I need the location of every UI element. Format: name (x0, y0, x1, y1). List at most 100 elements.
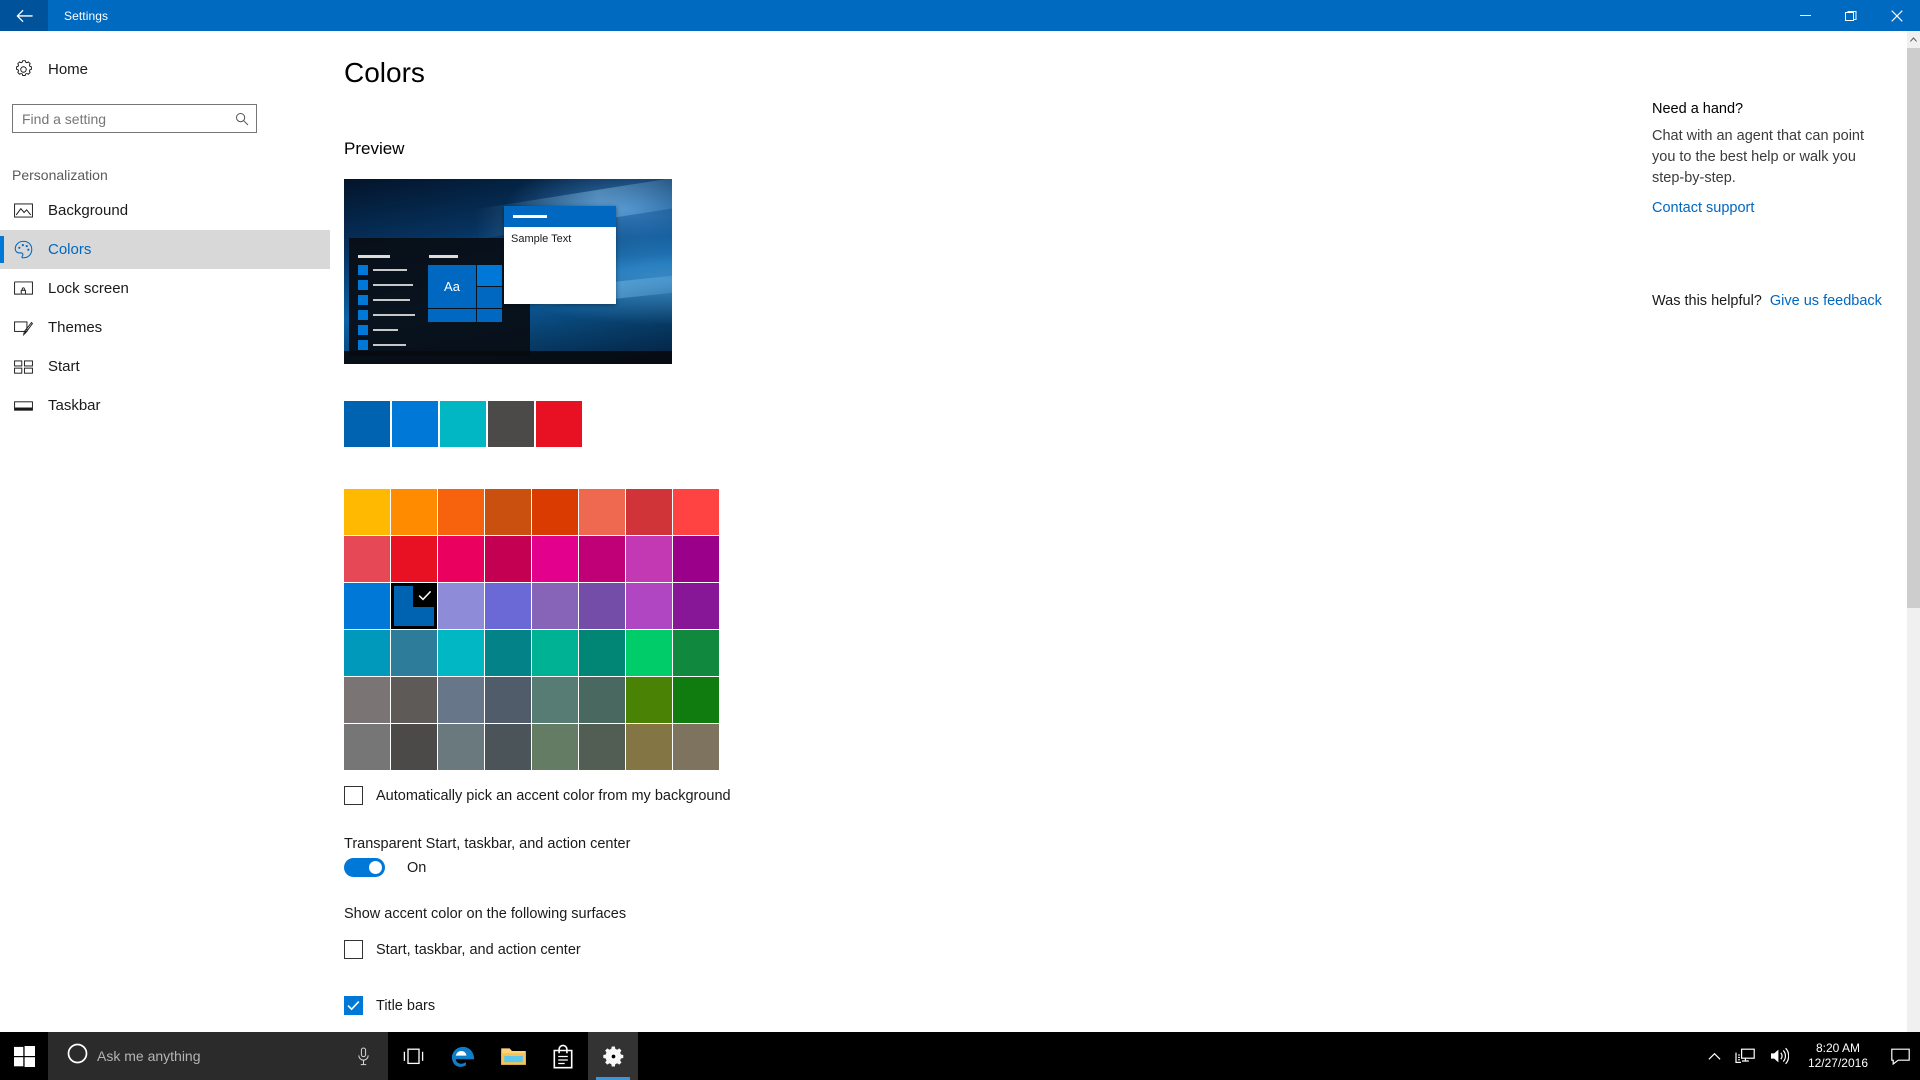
palette-swatch[interactable] (391, 630, 437, 676)
cortana-search-box[interactable]: Ask me anything (48, 1032, 388, 1080)
transparency-toggle-row[interactable]: On (344, 858, 426, 877)
palette-swatch[interactable] (673, 630, 719, 676)
palette-swatch[interactable] (626, 489, 672, 535)
title-bars-option-row[interactable]: Title bars (344, 996, 435, 1015)
palette-swatch[interactable] (579, 583, 625, 629)
palette-swatch[interactable] (438, 630, 484, 676)
recent-color-swatch[interactable] (440, 401, 486, 447)
help-panel-title: Need a hand? (1652, 101, 1744, 117)
microphone-icon[interactable] (357, 1047, 370, 1066)
search-box[interactable] (12, 104, 257, 133)
palette-swatch[interactable] (485, 536, 531, 582)
preview-tile-wide-2 (477, 309, 502, 322)
start-taskbar-checkbox[interactable] (344, 940, 363, 959)
palette-swatch[interactable] (438, 536, 484, 582)
auto-accent-checkbox[interactable] (344, 786, 363, 805)
palette-swatch[interactable] (344, 489, 390, 535)
page-title: Colors (344, 57, 425, 88)
palette-swatch[interactable] (673, 489, 719, 535)
search-icon[interactable] (228, 105, 256, 132)
scrollbar-thumb[interactable] (1907, 48, 1920, 608)
palette-swatch[interactable] (391, 724, 437, 770)
give-feedback-link[interactable]: Give us feedback (1770, 293, 1882, 309)
palette-swatch[interactable] (579, 630, 625, 676)
palette-swatch[interactable] (532, 630, 578, 676)
palette-swatch[interactable] (626, 536, 672, 582)
palette-swatch[interactable] (438, 489, 484, 535)
auto-accent-option-row[interactable]: Automatically pick an accent color from … (344, 786, 731, 805)
palette-swatch[interactable] (438, 677, 484, 723)
taskbar-item-edge[interactable] (438, 1032, 488, 1080)
contact-support-link[interactable]: Contact support (1652, 200, 1754, 216)
tray-volume-icon[interactable] (1762, 1032, 1796, 1080)
sidebar-item-background[interactable]: Background (0, 191, 330, 230)
palette-swatch[interactable] (579, 536, 625, 582)
palette-swatch[interactable] (438, 583, 484, 629)
palette-swatch[interactable] (344, 630, 390, 676)
palette-swatch[interactable] (673, 677, 719, 723)
recent-color-swatch[interactable] (536, 401, 582, 447)
palette-swatch-selected[interactable] (391, 583, 437, 629)
palette-swatch[interactable] (532, 583, 578, 629)
palette-swatch[interactable] (673, 536, 719, 582)
palette-swatch[interactable] (579, 677, 625, 723)
task-view-icon (403, 1048, 423, 1064)
palette-swatch[interactable] (579, 489, 625, 535)
palette-swatch[interactable] (344, 724, 390, 770)
sidebar-item-colors[interactable]: Colors (0, 230, 330, 269)
palette-swatch[interactable] (485, 583, 531, 629)
palette-swatch[interactable] (532, 536, 578, 582)
title-bars-checkbox[interactable] (344, 996, 363, 1015)
recent-color-swatch[interactable] (392, 401, 438, 447)
palette-swatch[interactable] (344, 583, 390, 629)
start-button[interactable] (0, 1032, 48, 1080)
themes-brush-icon (14, 319, 48, 337)
palette-swatch[interactable] (673, 724, 719, 770)
palette-swatch[interactable] (626, 724, 672, 770)
preview-app-label-line (373, 314, 415, 316)
tray-clock[interactable]: 8:20 AM 12/27/2016 (1796, 1032, 1880, 1080)
sidebar-item-start[interactable]: Start (0, 347, 330, 386)
palette-swatch[interactable] (485, 630, 531, 676)
recent-color-swatch[interactable] (344, 401, 390, 447)
palette-swatch[interactable] (579, 724, 625, 770)
palette-swatch[interactable] (626, 630, 672, 676)
start-taskbar-option-row[interactable]: Start, taskbar, and action center (344, 940, 581, 959)
palette-swatch[interactable] (391, 677, 437, 723)
search-input[interactable] (13, 105, 228, 132)
palette-swatch[interactable] (532, 724, 578, 770)
restore-button[interactable] (1828, 0, 1874, 31)
action-center-button[interactable] (1880, 1032, 1920, 1080)
palette-swatch[interactable] (344, 677, 390, 723)
taskbar-item-store[interactable] (538, 1032, 588, 1080)
back-button[interactable] (0, 0, 48, 31)
sidebar-item-lock-screen[interactable]: Lock screen (0, 269, 330, 308)
tray-chevron-up-icon[interactable] (1701, 1032, 1728, 1080)
palette-swatch[interactable] (391, 489, 437, 535)
recent-color-swatch[interactable] (488, 401, 534, 447)
palette-swatch[interactable] (438, 724, 484, 770)
palette-swatch[interactable] (532, 489, 578, 535)
palette-swatch[interactable] (532, 677, 578, 723)
taskbar-item-file-explorer[interactable] (488, 1032, 538, 1080)
palette-swatch[interactable] (344, 536, 390, 582)
transparency-toggle[interactable] (344, 858, 385, 877)
gear-icon (602, 1046, 623, 1066)
palette-swatch[interactable] (485, 677, 531, 723)
palette-swatch[interactable] (626, 677, 672, 723)
tray-network-icon[interactable] (1728, 1032, 1762, 1080)
sidebar-item-home[interactable]: Home (0, 49, 330, 89)
content-scrollbar[interactable] (1907, 31, 1920, 1060)
sidebar-item-taskbar[interactable]: Taskbar (0, 386, 330, 425)
palette-swatch[interactable] (673, 583, 719, 629)
palette-swatch[interactable] (485, 489, 531, 535)
minimize-button[interactable] (1782, 0, 1828, 31)
taskbar-item-task-view[interactable] (388, 1032, 438, 1080)
palette-swatch[interactable] (391, 536, 437, 582)
close-button[interactable] (1874, 0, 1920, 31)
palette-swatch[interactable] (626, 583, 672, 629)
sidebar-item-themes[interactable]: Themes (0, 308, 330, 347)
taskbar-item-settings[interactable] (588, 1032, 638, 1080)
scroll-up-arrow-icon[interactable] (1907, 31, 1920, 48)
palette-swatch[interactable] (485, 724, 531, 770)
